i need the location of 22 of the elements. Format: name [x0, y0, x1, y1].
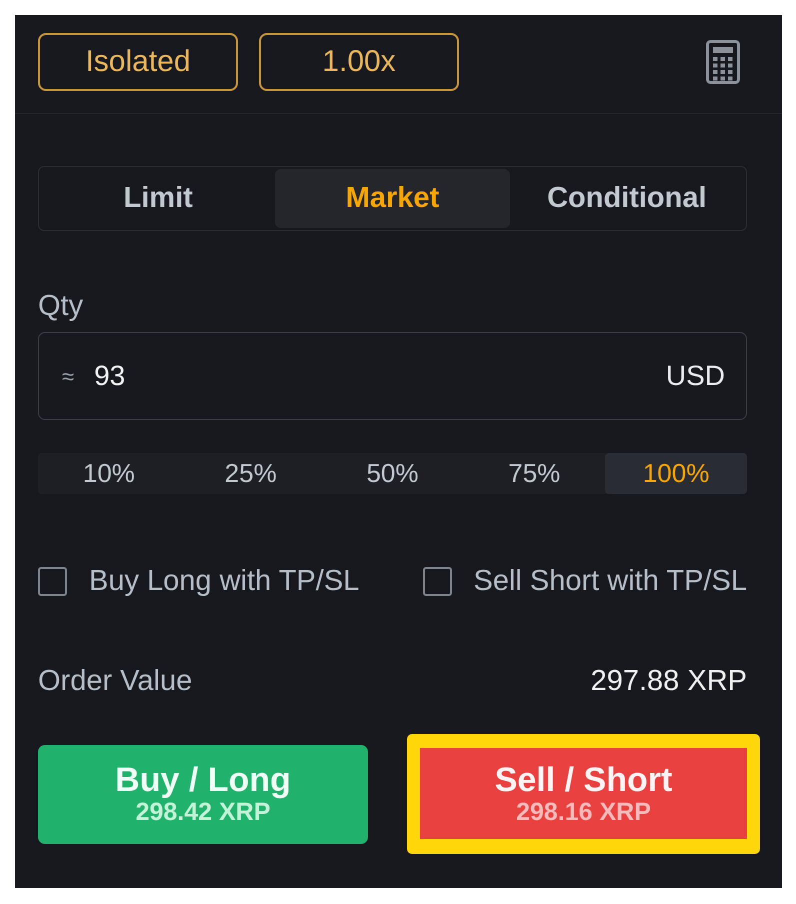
percentage-option[interactable]: 50%	[322, 453, 464, 494]
qty-label: Qty	[38, 289, 84, 323]
leverage-button[interactable]: 1.00x	[259, 33, 459, 91]
sell-short-button[interactable]: Sell / Short 298.16 XRP	[420, 748, 747, 839]
percentage-option[interactable]: 75%	[463, 453, 606, 494]
order-type-tab[interactable]: Limit	[41, 169, 276, 228]
checkbox[interactable]	[422, 566, 452, 596]
percentage-option[interactable]: 25%	[180, 453, 322, 494]
checkbox-label: Buy Long with TP/SL	[89, 564, 360, 598]
order-value: 297.88 XRP	[590, 664, 747, 698]
calculator-icon[interactable]	[706, 40, 740, 84]
qty-field[interactable]: ≈ 93 USD	[38, 332, 747, 420]
approx-sign: ≈	[62, 362, 74, 390]
order-type-tab[interactable]: Conditional	[510, 169, 744, 228]
unit-label: USD	[666, 359, 725, 393]
checkbox[interactable]	[38, 566, 67, 596]
percentage-option[interactable]: 100%	[605, 453, 747, 494]
checkbox-label: Sell Short with TP/SL	[474, 564, 747, 598]
order-value-label: Order Value	[38, 664, 192, 698]
order-type-tab[interactable]: Market	[275, 169, 510, 228]
margin-mode-button[interactable]: Isolated	[38, 33, 238, 91]
percentage-option[interactable]: 10%	[38, 453, 180, 494]
